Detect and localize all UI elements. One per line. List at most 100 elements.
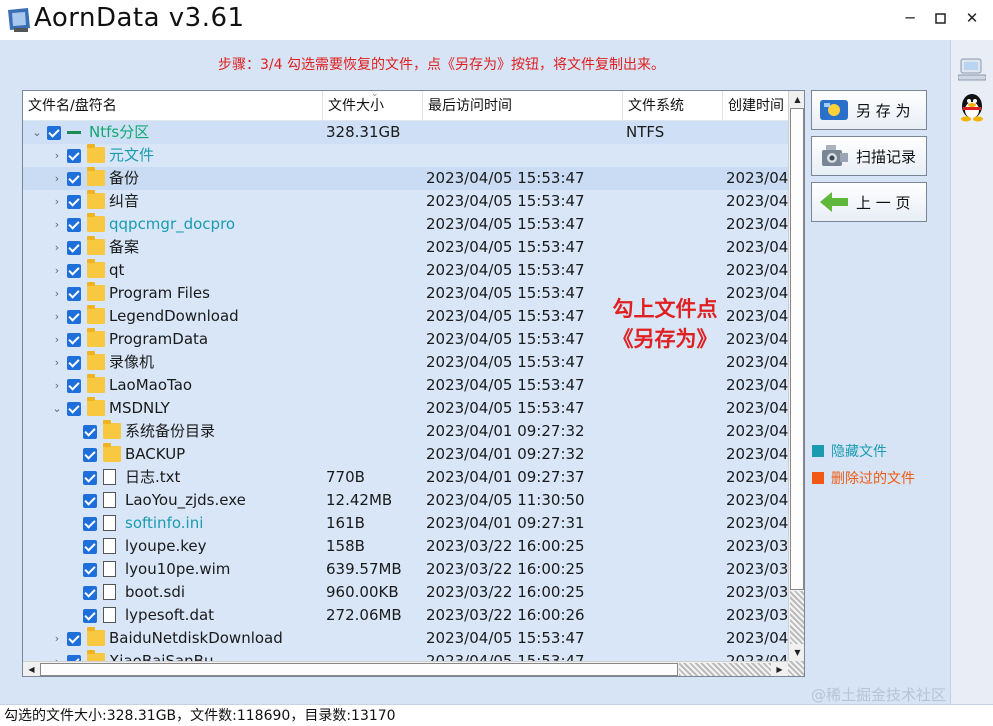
row-checkbox[interactable] [67, 195, 81, 209]
tree-row[interactable]: › XiaoBaiSanBu 2023/04/05 15:53:47 2023/04 [23, 650, 788, 661]
row-checkbox[interactable] [67, 149, 81, 163]
chevron-right-icon[interactable]: › [51, 167, 63, 190]
scan-log-button[interactable]: 扫描记录 [811, 136, 927, 176]
row-checkbox[interactable] [83, 609, 97, 623]
tree-row[interactable]: 系统备份目录 2023/04/01 09:27:32 2023/04 [23, 420, 788, 443]
chevron-right-icon[interactable]: › [51, 374, 63, 397]
row-checkbox[interactable] [67, 287, 81, 301]
chevron-right-icon[interactable]: › [51, 305, 63, 328]
column-header-filesystem[interactable]: 文件系统 [623, 91, 723, 121]
step-instruction: 步骤：3/4 勾选需要恢复的文件，点《另存为》按钮，将文件复制出来。 [218, 57, 665, 73]
tree-row[interactable]: › BaiduNetdiskDownload 2023/04/05 15:53:47… [23, 627, 788, 650]
tree-row[interactable]: boot.sdi 960.00KB 2023/03/22 16:00:25 2023/… [23, 581, 788, 604]
row-checkbox[interactable] [67, 379, 81, 393]
tree-row[interactable]: lyoupe.key 158B 2023/03/22 16:00:25 2023/03 [23, 535, 788, 558]
tree-row[interactable]: › 元文件 [23, 144, 788, 167]
row-checkbox[interactable] [67, 241, 81, 255]
row-checkbox[interactable] [83, 517, 97, 531]
row-created: 2023/03 [726, 537, 788, 555]
file-tree-list[interactable]: 文件名/盘符名 ⌄ 文件大小 最后访问时间 文件系统 创建时间 ⌄ Ntfs分区 3… [22, 90, 805, 677]
maximize-icon[interactable] [926, 4, 954, 32]
row-checkbox[interactable] [67, 310, 81, 324]
row-checkbox[interactable] [83, 586, 97, 600]
window-title: AornData v3.61 [34, 3, 245, 33]
tree-row[interactable]: ⌄ Ntfs分区 328.31GB NTFS [23, 121, 788, 144]
column-header-size[interactable]: ⌄ 文件大小 [323, 91, 423, 121]
computer-icon[interactable] [957, 54, 987, 84]
horizontal-scroll-thumb[interactable] [40, 663, 678, 676]
row-filesystem [626, 466, 726, 489]
row-checkbox[interactable] [67, 402, 81, 416]
scroll-right-icon[interactable]: ▶ [771, 662, 788, 676]
tree-row[interactable]: › 录像机 2023/04/05 15:53:47 2023/04 [23, 351, 788, 374]
horizontal-scrollbar[interactable]: ◀ ▶ [23, 661, 788, 676]
row-checkbox[interactable] [83, 563, 97, 577]
column-header-last-access[interactable]: 最后访问时间 [423, 91, 623, 121]
vertical-scroll-track[interactable] [790, 591, 804, 644]
file-icon [103, 607, 116, 623]
chevron-down-icon[interactable]: ⌄ [51, 397, 63, 420]
chevron-right-icon[interactable]: › [51, 351, 63, 374]
chevron-right-icon[interactable]: › [51, 190, 63, 213]
row-checkbox[interactable] [67, 356, 81, 370]
row-checkbox[interactable] [47, 126, 61, 140]
row-name: MSDNLY [109, 399, 170, 417]
row-last-access: 2023/03/22 16:00:25 [426, 537, 585, 555]
row-checkbox[interactable] [67, 218, 81, 232]
scroll-down-icon[interactable]: ▼ [789, 644, 804, 661]
horizontal-scroll-track[interactable] [679, 663, 771, 676]
chevron-right-icon[interactable]: › [51, 627, 63, 650]
scroll-left-icon[interactable]: ◀ [23, 662, 40, 676]
row-checkbox[interactable] [83, 494, 97, 508]
row-checkbox[interactable] [83, 471, 97, 485]
tree-row[interactable]: LaoYou_zjds.exe 12.42MB 2023/04/05 11:30:5… [23, 489, 788, 512]
chevron-down-icon[interactable]: ⌄ [31, 121, 43, 144]
row-size [326, 420, 426, 443]
tree-row[interactable]: BACKUP 2023/04/01 09:27:32 2023/04 [23, 443, 788, 466]
qq-penguin-icon[interactable] [957, 92, 987, 122]
row-checkbox[interactable] [83, 425, 97, 439]
chevron-right-icon[interactable]: › [51, 328, 63, 351]
row-size [326, 351, 426, 374]
tree-row[interactable]: › 备份 2023/04/05 15:53:47 2023/04 [23, 167, 788, 190]
column-header-created[interactable]: 创建时间 [723, 91, 788, 121]
tree-row[interactable]: › qt 2023/04/05 15:53:47 2023/04 [23, 259, 788, 282]
chevron-right-icon[interactable]: › [51, 259, 63, 282]
scroll-up-icon[interactable]: ▲ [789, 91, 804, 108]
row-size: 960.00KB [326, 583, 399, 601]
folder-icon [87, 190, 105, 209]
tree-row[interactable]: 日志.txt 770B 2023/04/01 09:27:37 2023/04 [23, 466, 788, 489]
vertical-scroll-thumb[interactable] [790, 108, 804, 590]
row-checkbox[interactable] [83, 448, 97, 462]
tree-row[interactable]: › qqpcmgr_docpro 2023/04/05 15:53:47 2023/0… [23, 213, 788, 236]
row-checkbox[interactable] [67, 264, 81, 278]
row-last-access: 2023/04/05 15:53:47 [426, 353, 585, 371]
tree-row[interactable]: ⌄ MSDNLY 2023/04/05 15:53:47 2023/04 [23, 397, 788, 420]
row-checkbox[interactable] [67, 333, 81, 347]
tree-row[interactable]: lypesoft.dat 272.06MB 2023/03/22 16:00:26 2… [23, 604, 788, 627]
row-name: lypesoft.dat [125, 606, 215, 624]
vertical-scrollbar[interactable]: ▲ ▼ [788, 91, 804, 661]
row-size: 770B [326, 468, 365, 486]
tree-row[interactable]: › LaoMaoTao 2023/04/05 15:53:47 2023/04 [23, 374, 788, 397]
status-bar: 勾选的文件大小:328.31GB，文件数:118690，目录数:13170 [0, 704, 993, 726]
tree-row[interactable]: softinfo.ini 161B 2023/04/01 09:27:31 2023/… [23, 512, 788, 535]
tree-row[interactable]: › 备案 2023/04/05 15:53:47 2023/04 [23, 236, 788, 259]
row-name: LaoMaoTao [109, 376, 193, 394]
close-icon[interactable]: ✕ [958, 4, 986, 32]
row-checkbox[interactable] [67, 632, 81, 646]
chevron-right-icon[interactable]: › [51, 144, 63, 167]
save-as-button[interactable]: 另 存 为 [811, 90, 927, 130]
row-created: 2023/04 [726, 422, 788, 440]
minimize-icon[interactable]: ─ [896, 4, 924, 32]
tree-row[interactable]: lyou10pe.wim 639.57MB 2023/03/22 16:00:25 2… [23, 558, 788, 581]
prev-page-button[interactable]: 上 一 页 [811, 182, 927, 222]
chevron-right-icon[interactable]: › [51, 650, 63, 661]
chevron-right-icon[interactable]: › [51, 282, 63, 305]
column-header-name[interactable]: 文件名/盘符名 [23, 91, 323, 121]
chevron-right-icon[interactable]: › [51, 213, 63, 236]
row-checkbox[interactable] [83, 540, 97, 554]
tree-row[interactable]: › 纠音 2023/04/05 15:53:47 2023/04 [23, 190, 788, 213]
row-checkbox[interactable] [67, 172, 81, 186]
chevron-right-icon[interactable]: › [51, 236, 63, 259]
